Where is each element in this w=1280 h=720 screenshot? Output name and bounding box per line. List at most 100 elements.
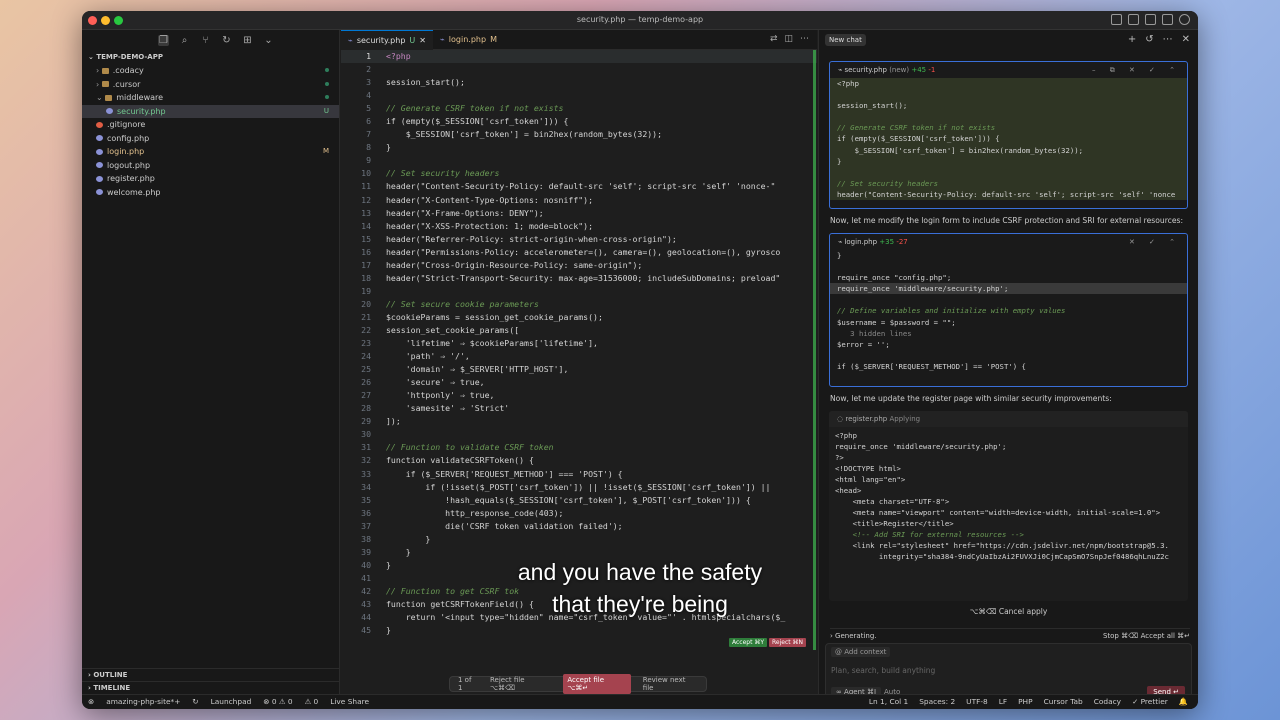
search-icon[interactable]: ⌕ xyxy=(179,35,190,46)
status-left-item-5[interactable]: ⚠ 0 xyxy=(305,695,319,709)
file-label: config.php xyxy=(107,133,150,143)
code-line: 21 $cookieParams = session_get_cookie_par… xyxy=(341,311,817,324)
chat-input-box[interactable]: @ Add context Plan, search, build anythi… xyxy=(825,643,1192,699)
tab-login-php[interactable]: ⌁ login.php M xyxy=(433,30,504,50)
card-actions[interactable]: ✕ ✓ ⌃ xyxy=(1129,234,1181,250)
add-context-button[interactable]: @ Add context xyxy=(831,647,891,657)
tab-security-php[interactable]: ⌁ security.php U ✕ xyxy=(341,30,433,50)
status-right-item-4[interactable]: PHP xyxy=(1018,695,1032,709)
subtitle-line-1: and you have the safety xyxy=(517,559,763,585)
chevron-right-icon[interactable]: › xyxy=(830,632,833,640)
status-right-item-5[interactable]: Cursor Tab xyxy=(1044,695,1083,709)
chevron-icon: › xyxy=(96,66,102,75)
file-item--cursor[interactable]: › .cursor xyxy=(82,78,339,92)
code-line xyxy=(830,111,1187,123)
diff-card-login[interactable]: ⌁ login.php +35 -27 ✕ ✓ ⌃ } require_once … xyxy=(829,233,1188,387)
status-left-item-4[interactable]: ⊗ 0 ⚠ 0 xyxy=(263,695,292,709)
status-right-item-0[interactable]: Ln 1, Col 1 xyxy=(869,695,908,709)
chat-input-placeholder[interactable]: Plan, search, build anything xyxy=(831,666,935,675)
status-right: Ln 1, Col 1 Spaces: 2 UTF-8 LF PHP Cursor Tab… xyxy=(869,695,1188,709)
status-dot xyxy=(325,68,329,72)
folder-icon xyxy=(101,67,109,74)
code-line: 37 die('CSRF token validation failed'); xyxy=(341,520,817,533)
status-left-item-0[interactable]: ⊗ xyxy=(88,695,94,709)
toggle-sidebar-icon[interactable] xyxy=(1111,14,1122,25)
history-icon[interactable]: ↺ xyxy=(1145,34,1153,45)
accept-all-button[interactable]: Accept all ⌘↵ xyxy=(1141,629,1190,643)
compare-icon[interactable]: ⇄ xyxy=(770,34,778,44)
reject-change-button[interactable]: Reject ⌘N xyxy=(769,638,807,647)
status-right-item-8[interactable]: 🔔 xyxy=(1179,695,1188,709)
status-right-item-1[interactable]: Spaces: 2 xyxy=(919,695,955,709)
source-control-icon[interactable]: ⑂ xyxy=(200,35,211,46)
stop-button[interactable]: Stop ⌘⌫ xyxy=(1103,629,1138,643)
file-item--gitignore[interactable]: .gitignore xyxy=(82,118,339,132)
close-icon[interactable]: ✕ xyxy=(419,31,426,51)
code-line: 6 if (empty($_SESSION['csrf_token'])) { xyxy=(341,115,817,128)
outline-section[interactable]: › OUTLINE xyxy=(82,668,340,681)
file-item-middleware[interactable]: ⌄ middleware xyxy=(82,91,339,105)
file-item-security-php[interactable]: security.php U xyxy=(82,104,339,118)
line-content: } xyxy=(386,546,411,557)
code-line: 45} xyxy=(341,624,817,637)
files-icon[interactable]: ❐ xyxy=(158,34,169,46)
line-content: die('CSRF token validation failed'); xyxy=(386,520,623,531)
plus-icon[interactable]: + xyxy=(1128,34,1136,45)
settings-gear-icon[interactable] xyxy=(1179,14,1190,25)
file-item--codacy[interactable]: › .codacy xyxy=(82,64,339,78)
applying-code-block[interactable]: ◌ register.php Applying <?php require_onc… xyxy=(829,411,1188,601)
status-right-item-3[interactable]: LF xyxy=(999,695,1007,709)
code-line: session_start(); xyxy=(830,100,1187,112)
code-line: // Generate CSRF token if not exists xyxy=(830,122,1187,134)
diff-card-security[interactable]: ⌁ security.php (new) +45 -1 – ⧉ ✕ ✓ ⌃ <?… xyxy=(829,61,1188,209)
review-next-file-button[interactable]: Review next file xyxy=(643,676,698,692)
status-right-item-6[interactable]: Codacy xyxy=(1094,695,1121,709)
file-item-welcome-php[interactable]: welcome.php xyxy=(82,186,339,200)
card-actions[interactable]: – ⧉ ✕ ✓ ⌃ xyxy=(1092,62,1181,78)
code-line: 2 xyxy=(341,63,817,76)
toggle-panel-icon[interactable] xyxy=(1128,14,1139,25)
status-right-item-2[interactable]: UTF-8 xyxy=(966,695,988,709)
project-header[interactable]: ⌄ TEMP-DEMO-APP xyxy=(82,50,339,64)
layout-icon[interactable] xyxy=(1162,14,1173,25)
status-left-item-2[interactable]: ↻ xyxy=(192,695,198,709)
extensions-icon[interactable]: ⊞ xyxy=(242,35,253,46)
accept-change-button[interactable]: Accept ⌘Y xyxy=(729,638,768,647)
cancel-apply-button[interactable]: ⌥⌘⌫ Cancel apply xyxy=(819,607,1198,616)
line-number: 20 xyxy=(361,298,371,309)
more-icon[interactable]: ⋯ xyxy=(800,34,809,44)
folder-open-icon xyxy=(105,94,113,101)
split-editor-icon[interactable]: ◫ xyxy=(784,34,793,44)
reject-file-button[interactable]: Reject file ⌥⌘⌫ xyxy=(490,676,551,692)
code-line: 20 // Set secure cookie parameters xyxy=(341,298,817,311)
file-item-register-php[interactable]: register.php xyxy=(82,172,339,186)
accept-file-button[interactable]: Accept file ⌥⌘↵ xyxy=(563,674,631,694)
file-label: middleware xyxy=(116,93,164,102)
toggle-secondary-sidebar-icon[interactable] xyxy=(1145,14,1156,25)
file-item-config-php[interactable]: config.php xyxy=(82,132,339,146)
line-number: 5 xyxy=(366,103,371,114)
file-item-logout-php[interactable]: logout.php xyxy=(82,159,339,173)
sync-icon[interactable]: ↻ xyxy=(221,35,232,46)
chevron-down-icon[interactable]: ⌄ xyxy=(263,35,274,46)
file-nav-counter[interactable]: 1 of 1 xyxy=(458,676,478,692)
status-left-item-3[interactable]: Launchpad xyxy=(211,695,252,709)
video-subtitle: and you have the safety that they're bei… xyxy=(490,556,790,620)
close-icon[interactable]: ✕ xyxy=(1182,34,1190,45)
code-line: 1 <?php xyxy=(341,50,817,64)
code-line: <?php xyxy=(830,78,1187,90)
generating-row: › Generating. Stop ⌘⌫ Accept all ⌘↵ xyxy=(830,628,1190,642)
status-left-item-6[interactable]: Live Share xyxy=(330,695,369,709)
file-item-login-php[interactable]: login.php M xyxy=(82,145,339,159)
status-right-item-7[interactable]: ✓ Prettier xyxy=(1132,695,1168,709)
code-line: 33 if ($_SERVER['REQUEST_METHOD'] === 'P… xyxy=(341,468,817,481)
php-icon xyxy=(96,162,103,168)
timeline-section[interactable]: › TIMELINE xyxy=(82,681,340,694)
code-line: 13 header("X-Frame-Options: DENY"); xyxy=(341,207,817,220)
status-left-item-1[interactable]: amazing-php-site*+ xyxy=(106,695,180,709)
new-chat-tab[interactable]: New chat xyxy=(825,34,866,46)
code-line: <meta name="viewport" content="width=dev… xyxy=(835,508,1161,517)
php-icon xyxy=(96,189,103,195)
more-icon[interactable]: ⋯ xyxy=(1163,34,1173,45)
line-number: 39 xyxy=(361,546,371,557)
